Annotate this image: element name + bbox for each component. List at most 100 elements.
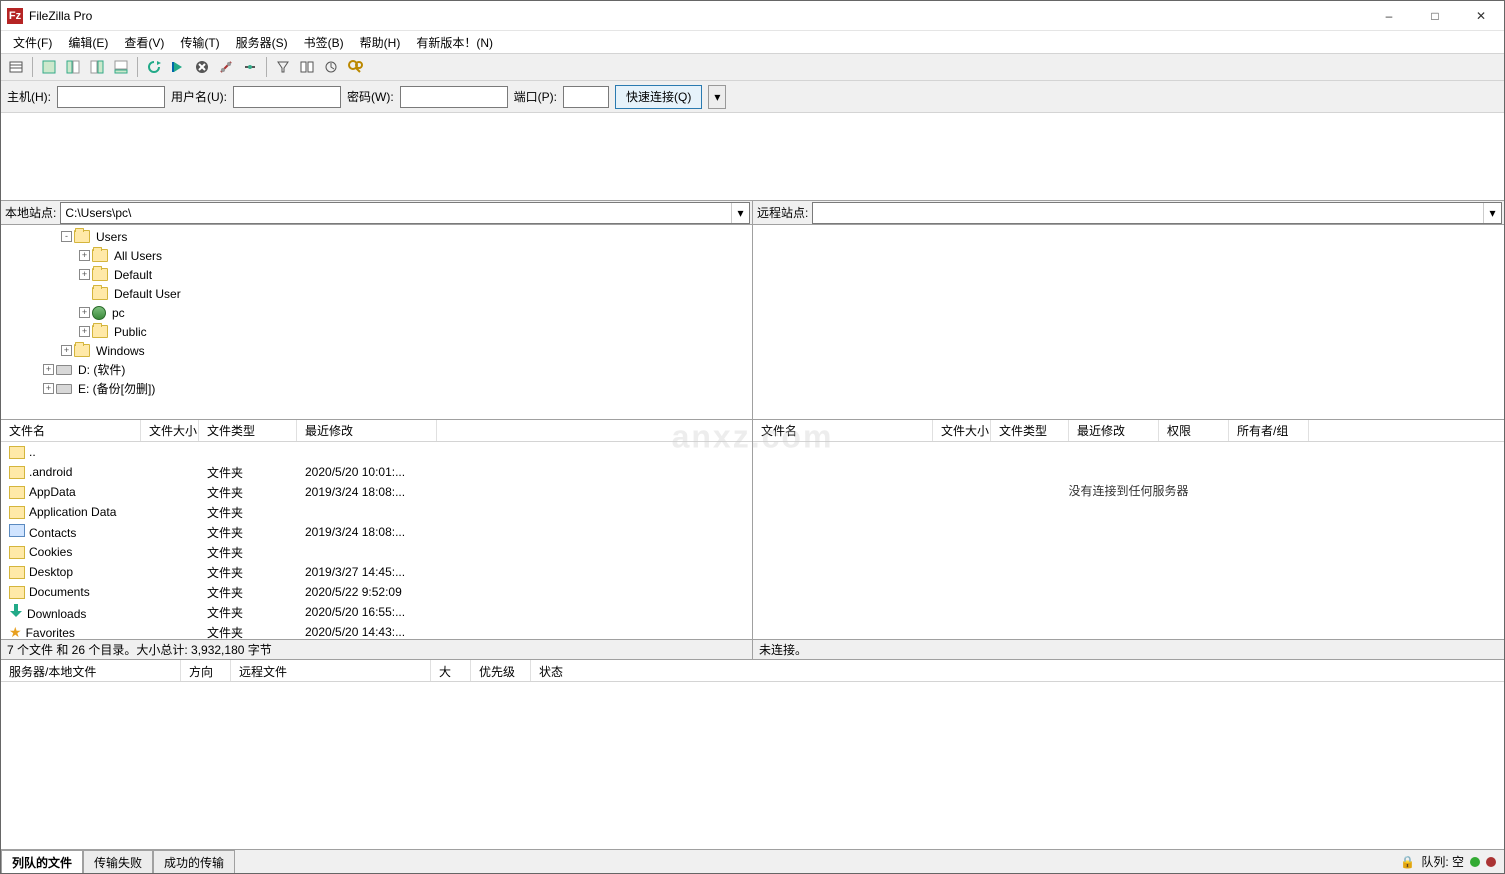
lock-icon: 🔒 — [1400, 855, 1415, 869]
menu-help[interactable]: 帮助(H) — [352, 32, 409, 53]
file-row[interactable]: AppData文件夹2019/3/24 18:08:... — [1, 482, 752, 502]
file-row[interactable]: Documents文件夹2020/5/22 9:52:09 — [1, 582, 752, 602]
processqueue-button[interactable] — [167, 56, 189, 78]
col-type[interactable]: 文件类型 — [991, 420, 1069, 441]
col-size[interactable]: 文件大小 — [141, 420, 199, 441]
col-size[interactable]: 文件大小 — [933, 420, 991, 441]
col-perm[interactable]: 权限 — [1159, 420, 1229, 441]
col-modified[interactable]: 最近修改 — [1069, 420, 1159, 441]
folder-icon — [92, 249, 108, 262]
toggle-remotetree-button[interactable] — [86, 56, 108, 78]
port-input[interactable] — [563, 86, 609, 108]
file-row[interactable]: ★Favorites文件夹2020/5/20 14:43:... — [1, 622, 752, 639]
expander-icon[interactable]: + — [79, 269, 90, 280]
local-site-input[interactable] — [61, 203, 749, 223]
chevron-down-icon[interactable]: ▾ — [731, 203, 749, 223]
qcol-dir[interactable]: 方向 — [181, 660, 231, 681]
qcol-prio[interactable]: 优先级 — [471, 660, 531, 681]
host-label: 主机(H): — [7, 88, 51, 105]
local-file-list[interactable]: ...android文件夹2020/5/20 10:01:...AppData文… — [1, 442, 752, 639]
expander-icon[interactable]: + — [61, 345, 72, 356]
col-name[interactable]: 文件名 — [753, 420, 933, 441]
tree-node[interactable]: +Windows — [7, 341, 746, 360]
refresh-button[interactable] — [143, 56, 165, 78]
folder-icon — [92, 325, 108, 338]
toggle-localtree-button[interactable] — [62, 56, 84, 78]
local-list-header[interactable]: 文件名 文件大小 文件类型 最近修改 — [1, 420, 752, 442]
menu-view[interactable]: 查看(V) — [116, 32, 172, 53]
tree-node[interactable]: + D: (软件) — [7, 360, 746, 379]
star-icon: ★ — [9, 624, 22, 640]
toggle-queue-button[interactable] — [110, 56, 132, 78]
tree-node[interactable]: + All Users — [7, 246, 746, 265]
tree-label: All Users — [114, 249, 162, 263]
reconnect-button[interactable] — [239, 56, 261, 78]
tree-node[interactable]: -Users — [7, 227, 746, 246]
file-row[interactable]: .android文件夹2020/5/20 10:01:... — [1, 462, 752, 482]
toggle-log-button[interactable] — [38, 56, 60, 78]
compare-button[interactable] — [296, 56, 318, 78]
expander-icon[interactable]: + — [43, 364, 54, 375]
menu-file[interactable]: 文件(F) — [5, 32, 60, 53]
queue-header[interactable]: 服务器/本地文件 方向 远程文件 大小 优先级 状态 — [1, 660, 1504, 682]
cancel-button[interactable] — [191, 56, 213, 78]
file-row[interactable]: Downloads文件夹2020/5/20 16:55:... — [1, 602, 752, 622]
quickconnect-dropdown[interactable]: ▾ — [708, 85, 726, 109]
expander-icon[interactable]: + — [79, 250, 90, 261]
menu-bookmarks[interactable]: 书签(B) — [296, 32, 352, 53]
remote-site-combo[interactable]: ▾ — [812, 202, 1502, 224]
filter-button[interactable] — [272, 56, 294, 78]
remote-site-input[interactable] — [813, 203, 1501, 223]
expander-icon[interactable] — [79, 288, 90, 299]
message-log[interactable] — [1, 113, 1504, 201]
col-modified[interactable]: 最近修改 — [297, 420, 437, 441]
expander-icon[interactable]: - — [61, 231, 72, 242]
tree-node[interactable]: +pc — [7, 303, 746, 322]
disconnect-button[interactable] — [215, 56, 237, 78]
quickconnect-button[interactable]: 快速连接(Q) — [615, 85, 702, 109]
remote-list-header[interactable]: 文件名 文件大小 文件类型 最近修改 权限 所有者/组 — [753, 420, 1504, 442]
queue-body[interactable] — [1, 682, 1504, 849]
tab-success[interactable]: 成功的传输 — [153, 850, 235, 873]
expander-icon[interactable]: + — [43, 383, 54, 394]
qcol-server[interactable]: 服务器/本地文件 — [1, 660, 181, 681]
user-input[interactable] — [233, 86, 341, 108]
sync-browse-button[interactable] — [320, 56, 342, 78]
host-input[interactable] — [57, 86, 165, 108]
tree-node[interactable]: +Public — [7, 322, 746, 341]
col-name[interactable]: 文件名 — [1, 420, 141, 441]
tab-queued[interactable]: 列队的文件 — [1, 850, 83, 873]
tree-node[interactable]: +Default — [7, 265, 746, 284]
menu-transfer[interactable]: 传输(T) — [172, 32, 227, 53]
expander-icon[interactable]: + — [79, 307, 90, 318]
tree-label: D: (软件) — [78, 361, 125, 378]
search-button[interactable] — [344, 56, 366, 78]
chevron-down-icon[interactable]: ▾ — [1483, 203, 1501, 223]
file-row[interactable]: Desktop文件夹2019/3/27 14:45:... — [1, 562, 752, 582]
qcol-remote[interactable]: 远程文件 — [231, 660, 431, 681]
maximize-button[interactable]: □ — [1412, 1, 1458, 31]
menu-server[interactable]: 服务器(S) — [228, 32, 296, 53]
file-row[interactable]: .. — [1, 442, 752, 462]
menu-newversion[interactable]: 有新版本！(N) — [408, 32, 501, 53]
qcol-status[interactable]: 状态 — [531, 660, 591, 681]
file-row[interactable]: Application Data文件夹 — [1, 502, 752, 522]
tree-node[interactable]: +E: (备份[勿删]) — [7, 379, 746, 398]
file-row[interactable]: Contacts文件夹2019/3/24 18:08:... — [1, 522, 752, 542]
sitemanager-button[interactable] — [5, 56, 27, 78]
local-site-combo[interactable]: ▾ — [60, 202, 750, 224]
remote-tree[interactable] — [753, 225, 1504, 419]
tree-node[interactable]: Default User — [7, 284, 746, 303]
pass-input[interactable] — [400, 86, 508, 108]
col-owner[interactable]: 所有者/组 — [1229, 420, 1309, 441]
local-tree[interactable]: -Users+All Users+DefaultDefault User+pc+… — [1, 225, 753, 419]
tab-failed[interactable]: 传输失败 — [83, 850, 153, 873]
file-row[interactable]: Cookies文件夹 — [1, 542, 752, 562]
minimize-button[interactable]: – — [1366, 1, 1412, 31]
menu-edit[interactable]: 编辑(E) — [60, 32, 116, 53]
close-button[interactable]: ✕ — [1458, 1, 1504, 31]
expander-icon[interactable]: + — [79, 326, 90, 337]
col-type[interactable]: 文件类型 — [199, 420, 297, 441]
remote-file-list[interactable]: 没有连接到任何服务器 — [753, 442, 1504, 639]
qcol-size[interactable]: 大小 — [431, 660, 471, 681]
